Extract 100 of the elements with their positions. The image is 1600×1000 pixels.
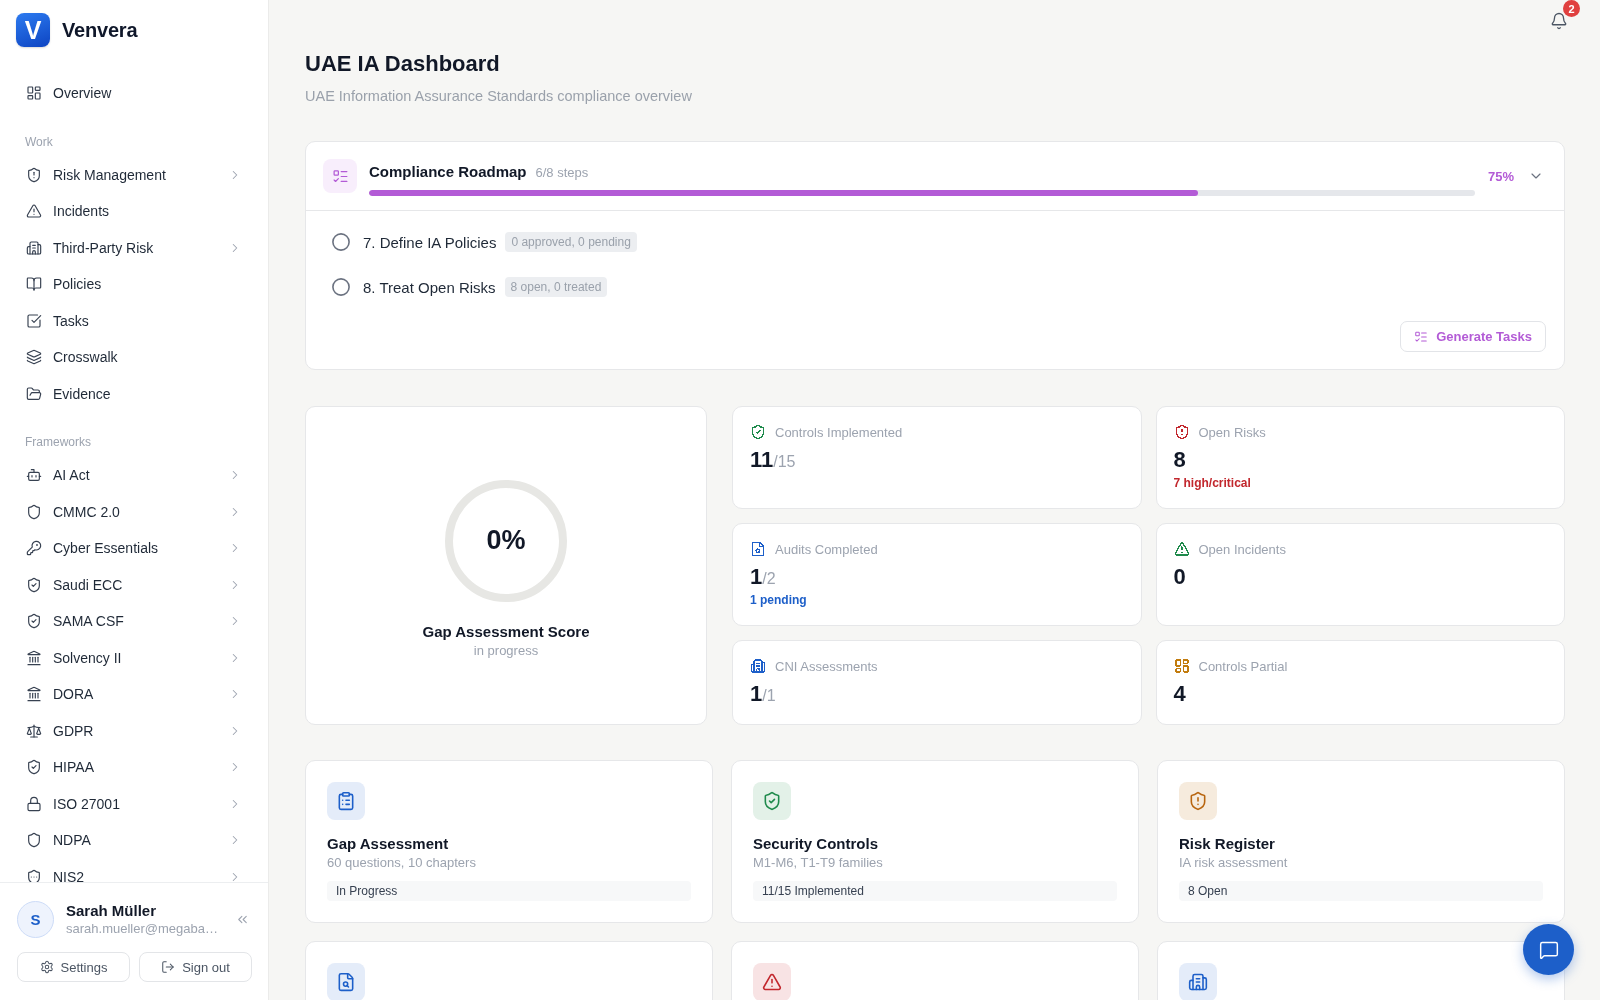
nav-item[interactable]: Cyber Essentials	[8, 530, 260, 567]
notification-badge: 2	[1563, 0, 1580, 17]
shield-icon	[26, 503, 42, 520]
stat-value: 1	[750, 680, 763, 708]
stat-note: 1 pending	[750, 592, 808, 609]
building-icon	[26, 239, 42, 256]
stat-total: /2	[762, 570, 776, 588]
nav-item[interactable]: AI Act	[8, 457, 260, 494]
checklist-icon	[1414, 329, 1429, 344]
checkbox-icon	[26, 312, 42, 329]
module-subtitle: IA risk assessment	[1179, 854, 1289, 872]
bank-icon	[26, 686, 42, 703]
shield-icon	[26, 832, 42, 849]
module-subtitle: 60 questions, 10 chapters	[327, 854, 477, 872]
dashboard-icon	[26, 85, 42, 102]
step-badge: 0 approved, 0 pending	[505, 232, 637, 252]
shield-alert-icon	[26, 166, 42, 183]
step-badge: 8 open, 0 treated	[504, 277, 608, 297]
chat-button[interactable]	[1523, 924, 1574, 975]
page-subtitle: UAE Information Assurance Standards compliance overview	[305, 87, 693, 106]
key-icon	[26, 540, 42, 557]
step-label: 8. Treat Open Risks	[363, 278, 496, 296]
shield-alert-icon	[1179, 782, 1217, 820]
warning-icon	[26, 203, 42, 220]
robot-icon	[26, 467, 42, 484]
sign-out-button[interactable]: Sign out	[139, 952, 252, 982]
nav-item[interactable]: ISO 27001	[8, 785, 260, 822]
user-email: sarah.mueller@megaba…	[66, 919, 219, 938]
nav-item[interactable]: SAMA CSF	[8, 603, 260, 640]
nav-item[interactable]: Risk Management	[8, 156, 260, 193]
stat-note: 7 high/critical	[1173, 475, 1252, 492]
stat-value: 11	[750, 446, 774, 474]
nav-item[interactable]: NIS2	[8, 858, 260, 882]
nav-item[interactable]: CMMC 2.0	[8, 493, 260, 530]
module-status: In Progress	[327, 881, 691, 901]
nav-item[interactable]: Tasks	[8, 302, 260, 339]
stat-label: Controls Implemented	[775, 424, 903, 440]
module-card[interactable]: Gap Assessment 60 questions, 10 chapters In Progress	[305, 760, 713, 923]
bell-icon	[1550, 12, 1568, 30]
stat-label: CNI Assessments	[775, 658, 878, 674]
module-title: Risk Register	[1179, 834, 1276, 854]
stat-value: 4	[1173, 680, 1186, 708]
layers-icon	[26, 349, 42, 366]
nav-item[interactable]: HIPAA	[8, 749, 260, 786]
module-card[interactable]: Security Controls M1-M6, T1-T9 families 11/15 Implemented	[731, 760, 1139, 923]
brand-name: Venvera	[62, 18, 138, 42]
roadmap-title: Compliance Roadmap	[369, 162, 527, 180]
nav-item[interactable]: Incidents	[8, 193, 260, 230]
nav-item[interactable]: NDPA	[8, 822, 260, 859]
nav-item[interactable]: Policies	[8, 266, 260, 303]
user-name: Sarah Müller	[66, 900, 158, 920]
file-search-icon	[327, 963, 365, 1000]
module-card[interactable]	[1157, 941, 1565, 1000]
stat-label: Controls Partial	[1198, 658, 1288, 674]
shield-check-icon	[753, 782, 791, 820]
building-icon	[1179, 963, 1217, 1000]
stat-total: /15	[773, 453, 796, 471]
logo-mark: V	[16, 13, 50, 47]
scale-icon	[26, 722, 42, 739]
shield-check-icon	[26, 576, 42, 593]
bank-icon	[26, 649, 42, 666]
score-title: Gap Assessment Score	[422, 621, 590, 642]
nav-item[interactable]: GDPR	[8, 712, 260, 749]
shield-check-icon	[26, 759, 42, 776]
stat-label: Audits Completed	[775, 541, 878, 557]
module-card[interactable]: Risk Register IA risk assessment 8 Open	[1157, 760, 1565, 923]
nav-item[interactable]: Overview	[8, 75, 260, 112]
module-title: Gap Assessment	[327, 834, 450, 854]
sign-out-icon	[161, 960, 176, 974]
module-subtitle: M1-M6, T1-T9 families	[753, 854, 884, 872]
nav-item[interactable]: Crosswalk	[8, 339, 260, 376]
stat-value: 1	[750, 563, 763, 591]
steps-count: 6/8 steps	[535, 164, 589, 180]
avatar: S	[17, 900, 54, 938]
module-status: 11/15 Implemented	[753, 881, 1117, 901]
section-label: Work	[24, 133, 54, 150]
stat-total: /1	[762, 687, 776, 705]
warning-icon	[753, 963, 791, 1000]
section-label: Frameworks	[24, 434, 92, 450]
chat-icon	[1538, 939, 1559, 960]
stat-label: Open Risks	[1198, 424, 1266, 440]
nav-item[interactable]: Evidence	[8, 375, 260, 412]
clipboard-icon	[327, 782, 365, 820]
checklist-icon	[323, 159, 357, 193]
nav-item[interactable]: Solvency II	[8, 639, 260, 676]
stat-label: Open Incidents	[1198, 541, 1286, 557]
lock-icon	[26, 795, 42, 812]
nav-item[interactable]: Third-Party Risk	[8, 229, 260, 266]
stat-value: 8	[1173, 446, 1186, 474]
shield-icon	[26, 868, 42, 882]
shield-check-icon	[26, 613, 42, 630]
module-title: Security Controls	[753, 834, 880, 854]
settings-button[interactable]: Settings	[17, 952, 130, 982]
generate-tasks-button[interactable]: Generate Tasks	[1400, 321, 1546, 352]
nav-item[interactable]: DORA	[8, 676, 260, 713]
book-icon	[26, 276, 42, 293]
score-status: in progress	[473, 641, 539, 660]
nav-item[interactable]: Saudi ECC	[8, 566, 260, 603]
module-status: 8 Open	[1179, 881, 1543, 901]
page-title: UAE IA Dashboard	[305, 50, 501, 78]
